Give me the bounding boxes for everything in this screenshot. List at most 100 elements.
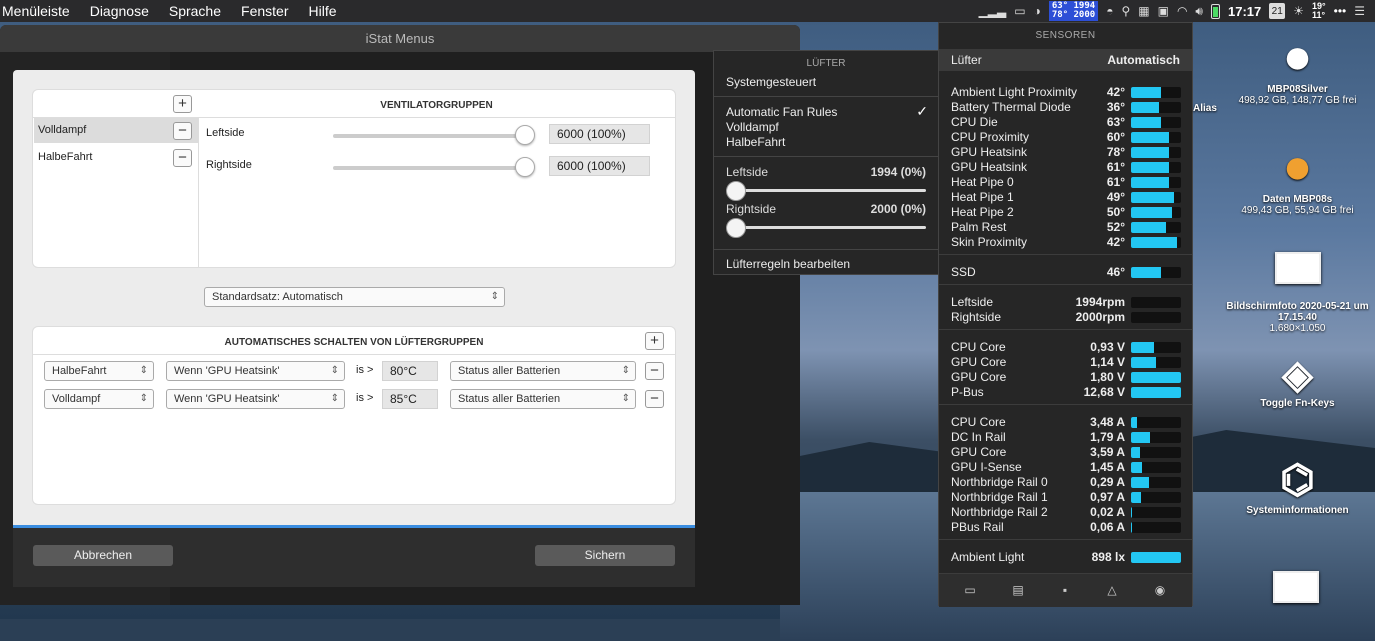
- sensor-row-ambient-light-proximity: Ambient Light Proximity 42°: [951, 85, 1181, 100]
- sensor-row-current-pbus-rail: PBus Rail 0,06 A: [951, 520, 1181, 535]
- screenshot-file[interactable]: Bildschirmfoto 2020-05-21 um 17.15.40 1.…: [1225, 252, 1370, 334]
- add-group-button[interactable]: +: [173, 95, 192, 113]
- sensor-value: 63°: [1106, 115, 1125, 129]
- sensor-value: 50°: [1106, 205, 1125, 219]
- divider: [198, 117, 199, 267]
- fan-status-badge[interactable]: 63° 1994 78° 2000: [1048, 1, 1099, 21]
- sensor-row-fan-rightside: Rightside 2000rpm: [951, 310, 1181, 325]
- menu-sprache[interactable]: Sprache: [159, 0, 231, 22]
- fan-groups-panel: + VENTILATORGRUPPEN Volldampf − HalbeFah…: [33, 90, 675, 267]
- volume-icon[interactable]: 🔊︎: [1195, 4, 1203, 19]
- sensor-level-fill: [1131, 237, 1177, 248]
- rule-condition-select[interactable]: Wenn 'GPU Heatsink': [166, 389, 345, 409]
- sensor-value: 60°: [1106, 130, 1125, 144]
- menu-item-volldampf[interactable]: Volldampf: [726, 120, 779, 134]
- menu-menueleiste[interactable]: Menüleiste: [0, 0, 80, 22]
- battery-icon[interactable]: [1210, 3, 1220, 19]
- separator: [939, 539, 1192, 540]
- keyboard-icon[interactable]: ▦: [1138, 4, 1149, 18]
- calendar-icon[interactable]: 21: [1269, 3, 1286, 19]
- preset-select[interactable]: Standardsatz: Automatisch: [204, 287, 505, 307]
- rightside-knob[interactable]: [515, 157, 535, 177]
- remove-rule-button[interactable]: −: [645, 362, 664, 380]
- remove-group-button[interactable]: −: [173, 149, 192, 167]
- menu-item-system[interactable]: Systemgesteuert: [726, 75, 816, 89]
- wifi-icon[interactable]: ◠: [1177, 4, 1187, 18]
- toggle-fn-keys-app[interactable]: ◈ Toggle Fn-Keys: [1225, 352, 1370, 409]
- rightside-value[interactable]: 6000 (100%): [549, 156, 650, 176]
- leftside-value[interactable]: 6000 (100%): [549, 124, 650, 144]
- sensor-row-current-northbridge-rail-1: Northbridge Rail 1 0,97 A: [951, 490, 1181, 505]
- disk-icon-mbp08silver[interactable]: ● MBP08Silver 498,92 GB, 148,77 GB frei: [1225, 28, 1370, 106]
- sensor-level-bar: [1131, 87, 1181, 98]
- sensor-row-voltage-cpu-core: CPU Core 0,93 V: [951, 340, 1181, 355]
- menu-hilfe[interactable]: Hilfe: [298, 0, 346, 22]
- sensor-value: 0,02 A: [1090, 505, 1125, 519]
- rule-condition-select[interactable]: Wenn 'GPU Heatsink': [166, 361, 345, 381]
- separator: [714, 96, 938, 97]
- fan-groups-title: VENTILATORGRUPPEN: [380, 100, 493, 111]
- fan-slider-leftside: Leftside 1994 (0%): [726, 165, 926, 179]
- activity-monitor-icon[interactable]: ▭: [961, 583, 979, 599]
- rule-threshold[interactable]: 80°C: [382, 361, 438, 381]
- menu-diagnose[interactable]: Diagnose: [80, 0, 159, 22]
- menu-item-halbefahrt[interactable]: HalbeFahrt: [726, 135, 785, 149]
- rule-power-select[interactable]: Status aller Batterien: [450, 361, 636, 381]
- fan-mode-row[interactable]: Lüfter Automatisch: [939, 49, 1192, 71]
- disk-icon[interactable]: ◑: [1034, 4, 1041, 18]
- menu-item-auto-rules[interactable]: Automatic Fan Rules: [726, 105, 837, 119]
- cancel-button[interactable]: Abbrechen: [33, 545, 173, 566]
- sensor-value: 12,68 V: [1083, 385, 1125, 399]
- leftside-fan-knob[interactable]: [726, 181, 746, 201]
- more-icon[interactable]: •••: [1334, 4, 1347, 18]
- sensor-level-fill: [1131, 447, 1140, 458]
- leftside-knob[interactable]: [515, 125, 535, 145]
- disk-utility-icon[interactable]: △: [1103, 583, 1121, 599]
- weather-temps[interactable]: 19° 11°: [1312, 2, 1326, 20]
- screenshot-file-2[interactable]: [1273, 571, 1319, 606]
- window-title: iStat Menus: [0, 25, 800, 52]
- rightside-track[interactable]: [333, 166, 533, 170]
- display-icon[interactable]: ▣: [1158, 4, 1169, 18]
- sensor-level-bar: [1131, 177, 1181, 188]
- remove-group-button[interactable]: −: [173, 122, 192, 140]
- sensor-value: 61°: [1106, 175, 1125, 189]
- weather-icon[interactable]: ☀: [1293, 4, 1304, 18]
- sensor-level-bar: [1131, 447, 1181, 458]
- menu-fenster[interactable]: Fenster: [231, 0, 298, 22]
- rule-power-select[interactable]: Status aller Batterien: [450, 389, 636, 409]
- cpu-graph-icon[interactable]: ▁▂▃: [979, 4, 1007, 18]
- rule-group-select[interactable]: Volldampf: [44, 389, 154, 409]
- sensor-name: Battery Thermal Diode: [951, 100, 1071, 114]
- rule-threshold[interactable]: 85°C: [382, 389, 438, 409]
- menubar-clock[interactable]: 17:17: [1228, 4, 1261, 19]
- leftside-track[interactable]: [333, 134, 533, 138]
- disk-icon-daten[interactable]: ● Daten MBP08s 499,43 GB, 55,94 GB frei: [1225, 138, 1370, 216]
- status-area: ▁▂▃ ▭ ◑ 63° 1994 78° 2000 ◓ ⚲ ▦ ▣ ◠ 🔊︎ 17…: [979, 0, 1375, 22]
- rightside-fan-knob[interactable]: [726, 218, 746, 238]
- app-name: Toggle Fn-Keys: [1260, 398, 1335, 409]
- sysinfo-app[interactable]: ⌬ Systeminformationen: [1225, 455, 1370, 516]
- sensor-value: 0,06 A: [1090, 520, 1125, 534]
- leftside-fan-track[interactable]: [726, 189, 926, 192]
- menu-item-edit-rules[interactable]: Lüfterregeln bearbeiten: [726, 257, 850, 271]
- console-icon[interactable]: ▤: [1009, 583, 1027, 599]
- sensor-name: Heat Pipe 1: [951, 190, 1014, 204]
- sensor-level-fill: [1131, 507, 1132, 518]
- istat-icon[interactable]: ◉: [1151, 583, 1169, 599]
- rightside-fan-track[interactable]: [726, 226, 926, 229]
- hat-icon[interactable]: ◓: [1106, 4, 1113, 18]
- remove-rule-button[interactable]: −: [645, 390, 664, 408]
- sensor-level-bar: [1131, 267, 1181, 278]
- menu-bar: Menüleiste Diagnose Sprache Fenster Hilf…: [0, 0, 1375, 22]
- sensor-level-bar: [1131, 132, 1181, 143]
- list-icon[interactable]: ☰: [1354, 4, 1365, 18]
- sensor-level-bar: [1131, 387, 1181, 398]
- rule-group-select[interactable]: HalbeFahrt: [44, 361, 154, 381]
- sensor-value: 46°: [1106, 265, 1125, 279]
- add-rule-button[interactable]: +: [645, 332, 664, 350]
- link-icon[interactable]: ⚲: [1121, 4, 1130, 18]
- save-button[interactable]: Sichern: [535, 545, 675, 566]
- terminal-icon[interactable]: ▪: [1056, 583, 1074, 599]
- memory-graph-icon[interactable]: ▭: [1014, 4, 1025, 18]
